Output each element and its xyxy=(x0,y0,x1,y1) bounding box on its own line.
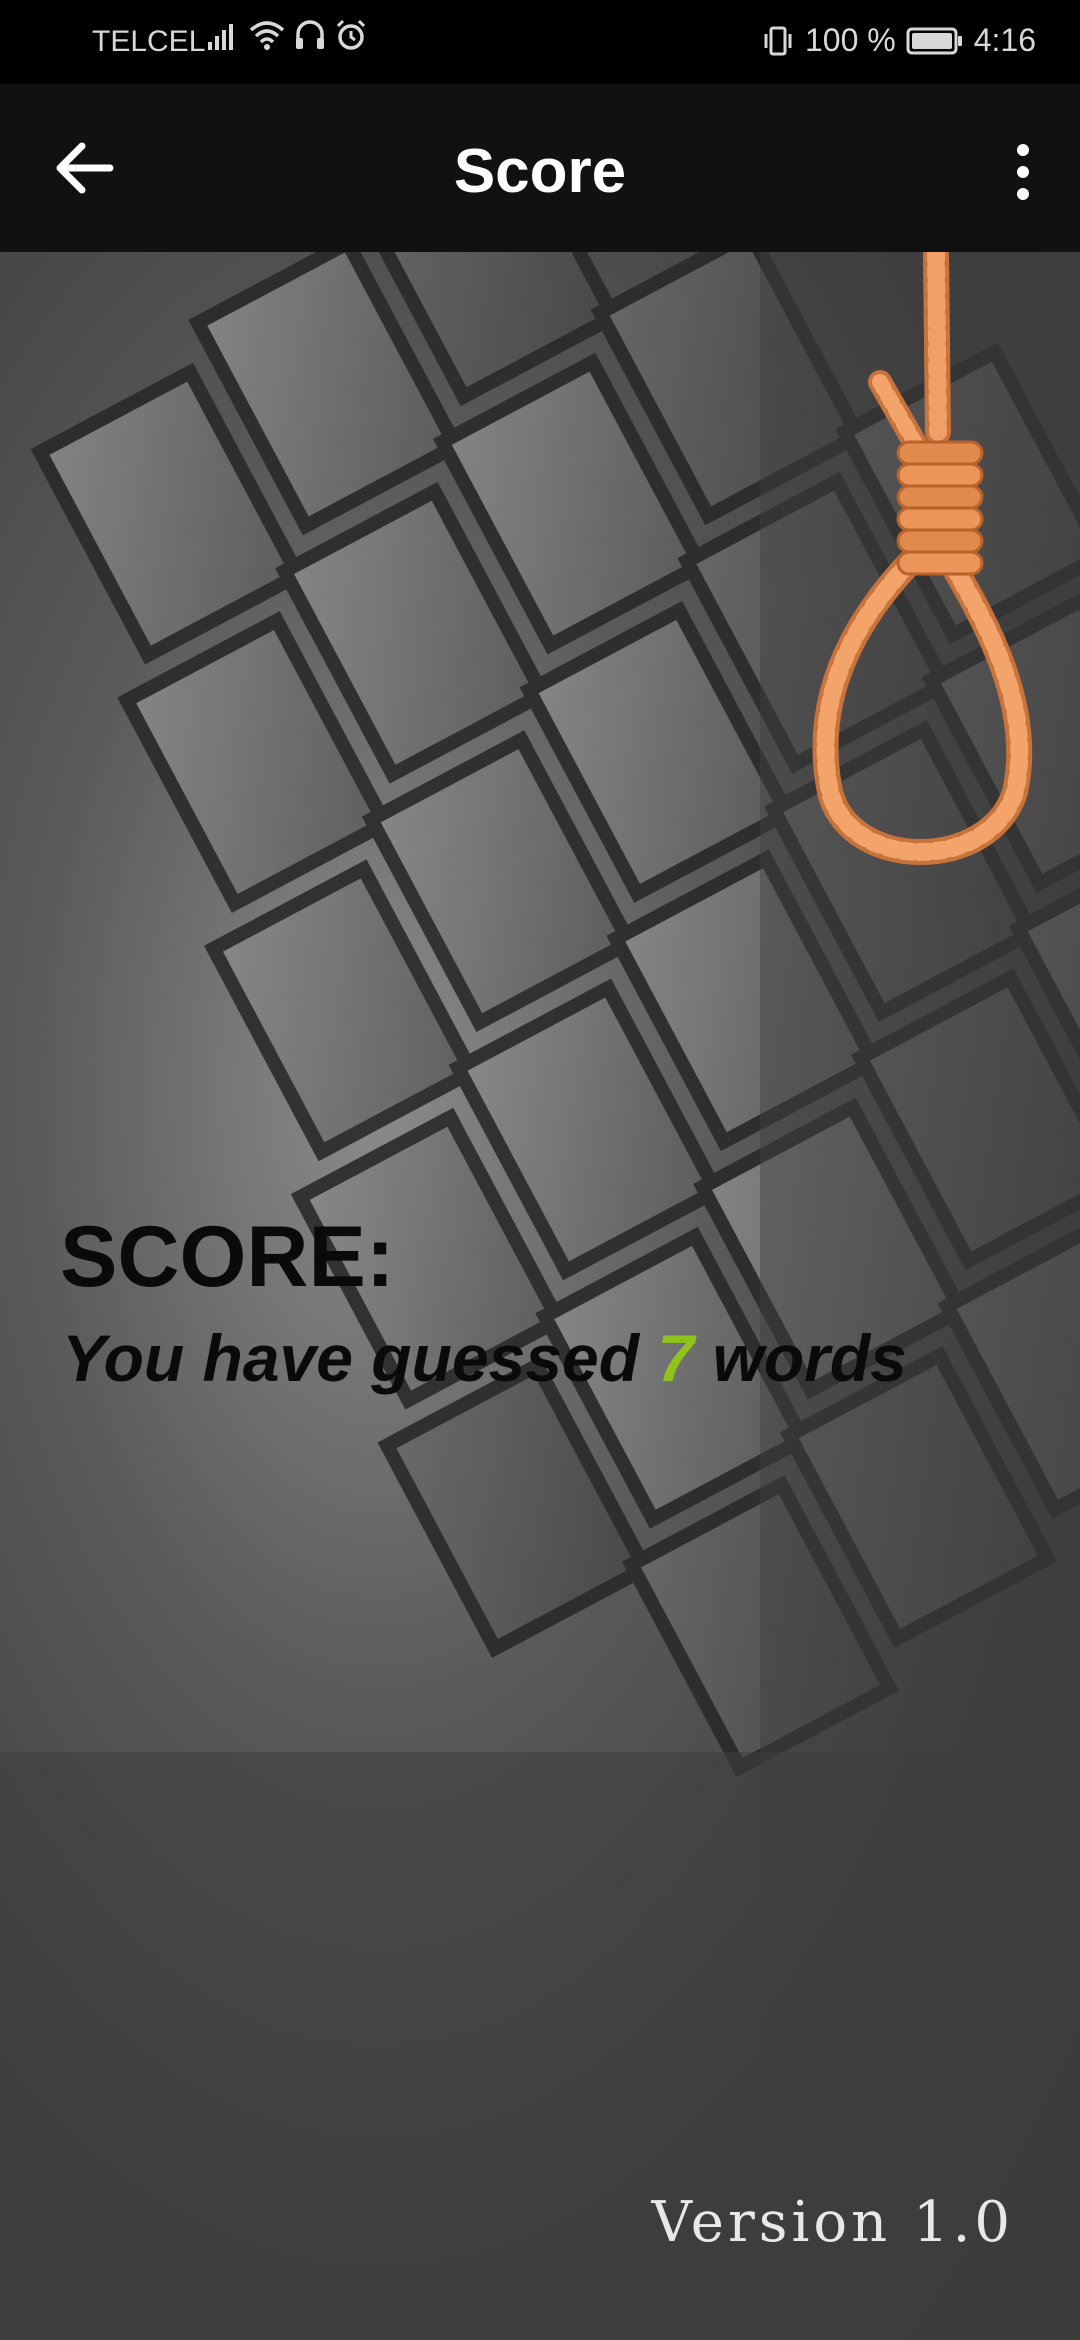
wifi-icon xyxy=(249,21,285,50)
score-heading: SCORE: xyxy=(60,1209,395,1305)
more-vert-icon xyxy=(1017,144,1029,200)
battery-icon xyxy=(906,27,962,54)
status-left-icons xyxy=(206,18,368,52)
carrier-label: TELCEL xyxy=(92,25,206,58)
score-screen: TELCEL 100 % 4:16 Score SCORE: You have … xyxy=(0,0,1080,2340)
headphones-icon xyxy=(296,20,324,49)
score-prefix: You have guessed xyxy=(62,1321,658,1395)
status-right: 100 % 4:16 xyxy=(761,22,1036,59)
score-suffix: words xyxy=(694,1321,907,1395)
battery-percent: 100 % xyxy=(804,22,896,58)
noose-icon xyxy=(812,252,1033,865)
signal-icon xyxy=(208,24,233,50)
app-bar: Score xyxy=(0,84,1080,252)
version-label: Version 1.0 xyxy=(651,2190,1014,2255)
vibrate-icon xyxy=(764,26,792,55)
status-bar: TELCEL 100 % 4:16 xyxy=(0,0,1080,84)
overflow-menu-button[interactable] xyxy=(1008,142,1038,202)
score-summary: You have guessed 7 words xyxy=(62,1320,907,1396)
alarm-icon xyxy=(336,19,366,50)
score-count: 7 xyxy=(657,1321,695,1395)
page-title: Score xyxy=(453,137,627,206)
clock: 4:16 xyxy=(973,22,1036,58)
